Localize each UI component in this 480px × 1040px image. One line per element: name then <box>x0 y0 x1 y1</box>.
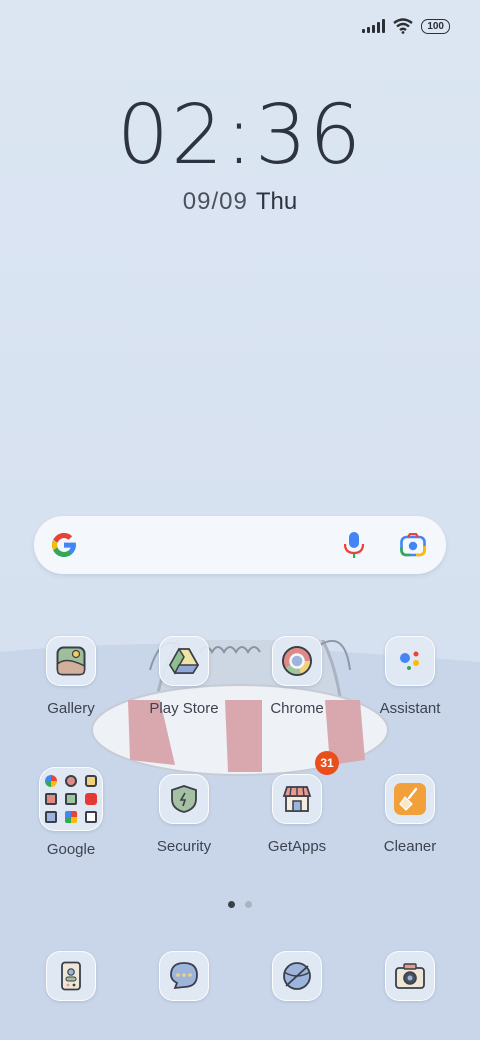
clock-hour: 02 <box>116 88 226 183</box>
app-cleaner[interactable]: Cleaner <box>354 774 466 855</box>
camera-icon <box>395 963 425 989</box>
app-label: Play Store <box>149 700 219 717</box>
play-store-icon <box>169 647 199 675</box>
app-play-store[interactable]: Play Store <box>128 636 240 717</box>
notification-badge: 31 <box>315 751 339 775</box>
app-label: Chrome <box>270 700 324 717</box>
signal-icon <box>362 19 386 33</box>
app-label: GetApps <box>267 838 327 855</box>
chrome-icon <box>282 646 312 676</box>
clock-minute: 36 <box>254 88 364 183</box>
app-label: Google <box>46 841 96 858</box>
mic-icon[interactable] <box>342 531 366 559</box>
dock-messages[interactable] <box>128 951 240 1001</box>
messages-icon <box>170 962 198 990</box>
phone-icon <box>61 961 81 991</box>
app-security[interactable]: Security <box>128 774 240 855</box>
dock-camera[interactable] <box>354 951 466 1001</box>
date-display[interactable]: 09/09 Thu <box>0 188 480 216</box>
google-search-bar[interactable] <box>34 516 446 574</box>
browser-icon <box>283 962 311 990</box>
date-weekday: Thu <box>255 188 298 215</box>
wifi-icon <box>393 18 414 34</box>
app-getapps[interactable]: 31 GetApps <box>241 751 353 855</box>
page-dot-active <box>228 901 235 908</box>
app-gallery[interactable]: Gallery <box>15 636 127 717</box>
page-dot <box>245 901 252 908</box>
app-label: Cleaner <box>383 838 437 855</box>
battery-indicator: 100 <box>421 18 450 34</box>
getapps-icon <box>282 786 312 812</box>
app-assistant[interactable]: Assistant <box>354 636 466 717</box>
security-icon <box>171 785 197 813</box>
status-bar: 100 <box>362 18 450 34</box>
lockscreen-clock[interactable]: 02:36 <box>0 88 480 183</box>
clock-colon: : <box>225 88 255 183</box>
google-g-icon <box>52 533 76 557</box>
page-indicator[interactable] <box>0 901 480 908</box>
date-monthday: 09/09 <box>182 188 248 215</box>
app-label: Assistant <box>379 700 441 717</box>
app-google-folder[interactable]: Google <box>15 767 127 858</box>
gallery-icon <box>56 646 86 676</box>
google-folder-icons <box>45 775 97 823</box>
dock-phone[interactable] <box>15 951 127 1001</box>
app-label: Gallery <box>47 700 95 717</box>
assistant-icon <box>400 651 419 670</box>
dock-browser[interactable] <box>241 951 353 1001</box>
lens-icon[interactable] <box>400 533 426 557</box>
app-label: Security <box>156 838 212 855</box>
app-chrome[interactable]: Chrome <box>241 636 353 717</box>
cleaner-icon <box>394 783 426 815</box>
